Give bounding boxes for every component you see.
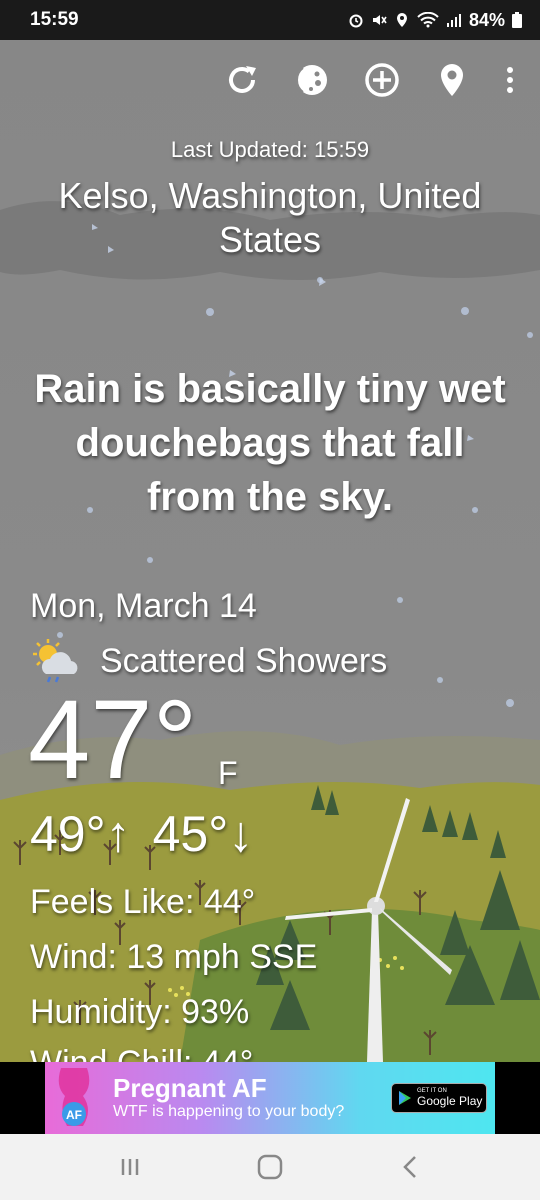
condition-text: Scattered Showers [100,641,388,680]
ad-text: Pregnant AF WTF is happening to your bod… [105,1074,391,1122]
mute-icon [371,12,387,28]
ad-subtitle: WTF is happening to your body? [113,1103,345,1120]
add-location-button[interactable] [360,58,404,102]
home-icon [257,1154,283,1180]
status-time: 15:59 [30,9,79,30]
ad-bar: AF Pregnant AF WTF is happening to your … [0,1062,540,1134]
back-button[interactable] [385,1142,435,1192]
location-icon [394,12,410,28]
high-low: 49°↑ 45°↓ [30,805,253,863]
battery-icon [512,12,522,28]
pregnant-af-logo-icon: AF [58,1068,90,1126]
more-options-icon [507,67,513,93]
home-button[interactable] [245,1142,295,1192]
store-big-text: Google Play [417,1094,483,1108]
more-options-button[interactable] [500,58,520,102]
top-toolbar [220,58,520,102]
wind-chill: Wind Chill: 44° [30,1044,253,1062]
wifi-icon [417,12,439,28]
signal-icon [446,12,462,28]
moon-button[interactable] [290,58,334,102]
svg-text:AF: AF [66,1108,82,1122]
wind: Wind: 13 mph SSE [30,938,318,976]
play-store-icon [399,1091,411,1105]
google-play-badge[interactable]: GET IT ON Google Play [391,1083,487,1113]
alarm-icon [348,12,364,28]
weather-scene: Last Updated: 15:59 Kelso, Washington, U… [0,40,540,1062]
status-bar: 15:59 84% [0,0,540,40]
forecast-date: Mon, March 14 [30,587,257,625]
status-icons: 84% [348,10,522,31]
battery-percent: 84% [468,9,505,30]
navigation-bar [0,1134,540,1200]
high-temperature: 49°↑ [30,806,131,862]
refresh-icon [229,66,256,93]
add-location-icon [365,63,399,97]
temperature-unit[interactable]: F [218,755,238,792]
recent-apps-button[interactable] [105,1142,155,1192]
low-temperature: 45°↓ [152,806,254,862]
current-temperature: 47° [28,677,198,802]
location-pin-icon [441,64,463,96]
weather-quote: Rain is basically tiny wet douchebags th… [34,367,506,519]
ad-title: Pregnant AF [113,1073,267,1103]
last-updated: Last Updated: 15:59 [170,137,370,162]
back-icon [403,1156,416,1178]
ad-logo: AF [45,1062,105,1134]
humidity: Humidity: 93% [30,993,250,1031]
moon-icon [296,65,327,95]
ad-banner[interactable]: AF Pregnant AF WTF is happening to your … [45,1062,495,1134]
feels-like: Feels Like: 44° [30,883,256,921]
location-name[interactable]: Kelso, Washington, United States [20,174,520,262]
recent-apps-icon [121,1159,139,1175]
location-button[interactable] [430,58,474,102]
refresh-button[interactable] [220,58,264,102]
